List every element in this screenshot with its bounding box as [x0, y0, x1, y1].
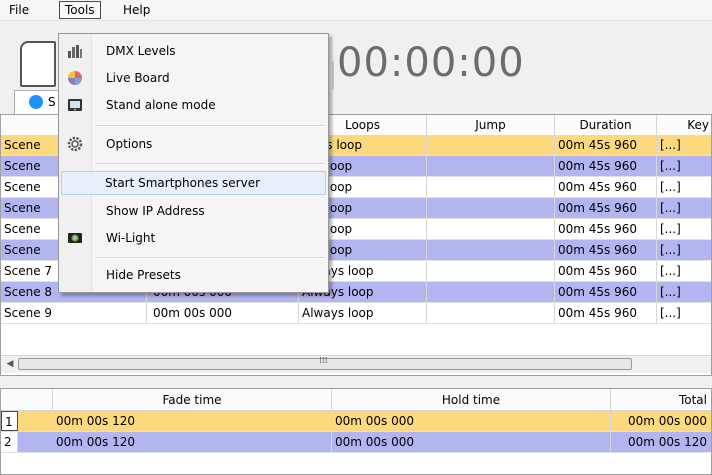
scene-cell-jump[interactable] [427, 240, 555, 260]
scene-cell-jump[interactable] [427, 303, 555, 323]
tab-status-dot-icon [29, 95, 43, 109]
palette-icon [68, 71, 82, 85]
step-col-header-num [1, 389, 53, 411]
scroll-left-icon[interactable]: ◀ [3, 357, 17, 371]
scene-cell-duration[interactable]: 00m 45s 960 [555, 198, 657, 218]
menu-item-label: Start Smartphones server [105, 176, 261, 190]
scene-cell-jump[interactable] [427, 219, 555, 239]
scene-cell-loops[interactable]: Always loop [299, 303, 427, 323]
scene-cell-name[interactable]: Scene 9 [1, 303, 147, 323]
scene-cell-key[interactable]: [...] [657, 156, 711, 176]
menu-bar: File Tools Help [0, 0, 712, 21]
menu-help[interactable]: Help [118, 1, 155, 19]
menu-separator [95, 163, 325, 165]
scene-cell-key[interactable]: [...] [657, 219, 711, 239]
scene-cell-jump[interactable] [427, 156, 555, 176]
wi-light-icon [68, 233, 82, 243]
gear-icon [67, 136, 83, 152]
menu-item-label: Hide Presets [106, 268, 181, 282]
step-cell-hold[interactable]: 00m 00s 000 [332, 411, 611, 431]
tools-menu: DMX Levels Live Board Stand alone mode O… [58, 33, 329, 293]
scene-cell-duration[interactable]: 00m 45s 960 [555, 135, 657, 155]
step-grid: Fade time Hold time Total 1 00m 00s 120 00… [0, 388, 712, 475]
step-col-header-fade[interactable]: Fade time [53, 389, 332, 411]
scene-cell-duration[interactable]: 00m 45s 960 [555, 219, 657, 239]
scene-cell-key[interactable]: [...] [657, 135, 711, 155]
menu-item-hide-presets[interactable]: Hide Presets [61, 263, 326, 287]
menu-separator [95, 125, 325, 127]
step-row[interactable]: 1 00m 00s 120 00m 00s 000 00m 00s 000 [1, 411, 711, 432]
horizontal-scrollbar[interactable]: ◀ ⁞⁞⁞ [1, 355, 711, 373]
col-header-jump[interactable]: Jump [427, 115, 555, 135]
time-display: 00:00:00 [337, 40, 525, 86]
step-col-header-total[interactable]: Total [611, 389, 711, 411]
scene-cell-fade[interactable]: 00m 00s 000 [147, 303, 299, 323]
menu-file[interactable]: File [4, 1, 34, 19]
menu-item-label: Live Board [106, 71, 170, 85]
step-cell-total[interactable]: 00m 00s 000 [611, 411, 711, 431]
step-cell-num[interactable]: 2 [1, 432, 18, 452]
new-scene-button[interactable] [20, 41, 56, 87]
menu-item-label: Stand alone mode [106, 98, 216, 112]
step-cell-fade[interactable]: 00m 00s 120 [53, 411, 332, 431]
scroll-thumb[interactable]: ⁞⁞⁞ [18, 356, 632, 370]
scene-cell-key[interactable]: [...] [657, 198, 711, 218]
menu-item-standalone[interactable]: Stand alone mode [61, 93, 326, 117]
scene-cell-duration[interactable]: 00m 45s 960 [555, 303, 657, 323]
bar-chart-icon [68, 45, 82, 58]
menu-item-dmx-levels[interactable]: DMX Levels [61, 39, 326, 63]
menu-item-show-ip[interactable]: Show IP Address [61, 199, 326, 223]
menu-item-start-smartphones[interactable]: Start Smartphones server [61, 171, 326, 195]
scene-cell-duration[interactable]: 00m 45s 960 [555, 240, 657, 260]
step-cell-num[interactable]: 1 [1, 411, 18, 431]
menu-item-live-board[interactable]: Live Board [61, 66, 326, 90]
menu-item-options[interactable]: Options [61, 132, 326, 156]
step-cell-fade[interactable]: 00m 00s 120 [53, 432, 332, 452]
scene-cell-duration[interactable]: 00m 45s 960 [555, 261, 657, 281]
step-cell-hold[interactable]: 00m 00s 000 [332, 432, 611, 452]
scene-cell-jump[interactable] [427, 198, 555, 218]
scene-cell-key[interactable]: [...] [657, 303, 711, 323]
scene-row[interactable]: Scene 9 00m 00s 000 Always loop 00m 45s 960… [1, 303, 711, 324]
scene-cell-jump[interactable] [427, 135, 555, 155]
menu-item-label: Wi-Light [106, 231, 156, 245]
scene-tab[interactable]: S [14, 90, 64, 114]
scene-cell-jump[interactable] [427, 282, 555, 302]
col-header-duration[interactable]: Duration [555, 115, 657, 135]
device-icon [68, 99, 82, 111]
step-row[interactable]: 2 00m 00s 120 00m 00s 000 00m 00s 120 [1, 432, 711, 453]
menu-item-label: Show IP Address [106, 204, 205, 218]
scene-cell-duration[interactable]: 00m 45s 960 [555, 156, 657, 176]
tab-label: S [48, 95, 56, 109]
menu-item-label: DMX Levels [106, 44, 176, 58]
menu-item-wi-light[interactable]: Wi-Light [61, 226, 326, 250]
menu-separator [95, 257, 325, 259]
step-col-header-hold[interactable]: Hold time [332, 389, 611, 411]
col-header-key[interactable]: Key [657, 115, 711, 135]
scene-cell-key[interactable]: [...] [657, 282, 711, 302]
scene-cell-jump[interactable] [427, 261, 555, 281]
scene-cell-key[interactable]: [...] [657, 261, 711, 281]
menu-item-label: Options [106, 137, 153, 151]
toolbar-divider [332, 61, 334, 89]
scene-cell-key[interactable]: [...] [657, 240, 711, 260]
menu-tools[interactable]: Tools [59, 1, 101, 19]
scene-cell-jump[interactable] [427, 177, 555, 197]
scene-cell-duration[interactable]: 00m 45s 960 [555, 177, 657, 197]
scene-cell-duration[interactable]: 00m 45s 960 [555, 282, 657, 302]
grip-icon: ⁞⁞⁞ [319, 356, 328, 366]
step-cell-total[interactable]: 00m 00s 120 [611, 432, 711, 452]
scene-cell-key[interactable]: [...] [657, 177, 711, 197]
